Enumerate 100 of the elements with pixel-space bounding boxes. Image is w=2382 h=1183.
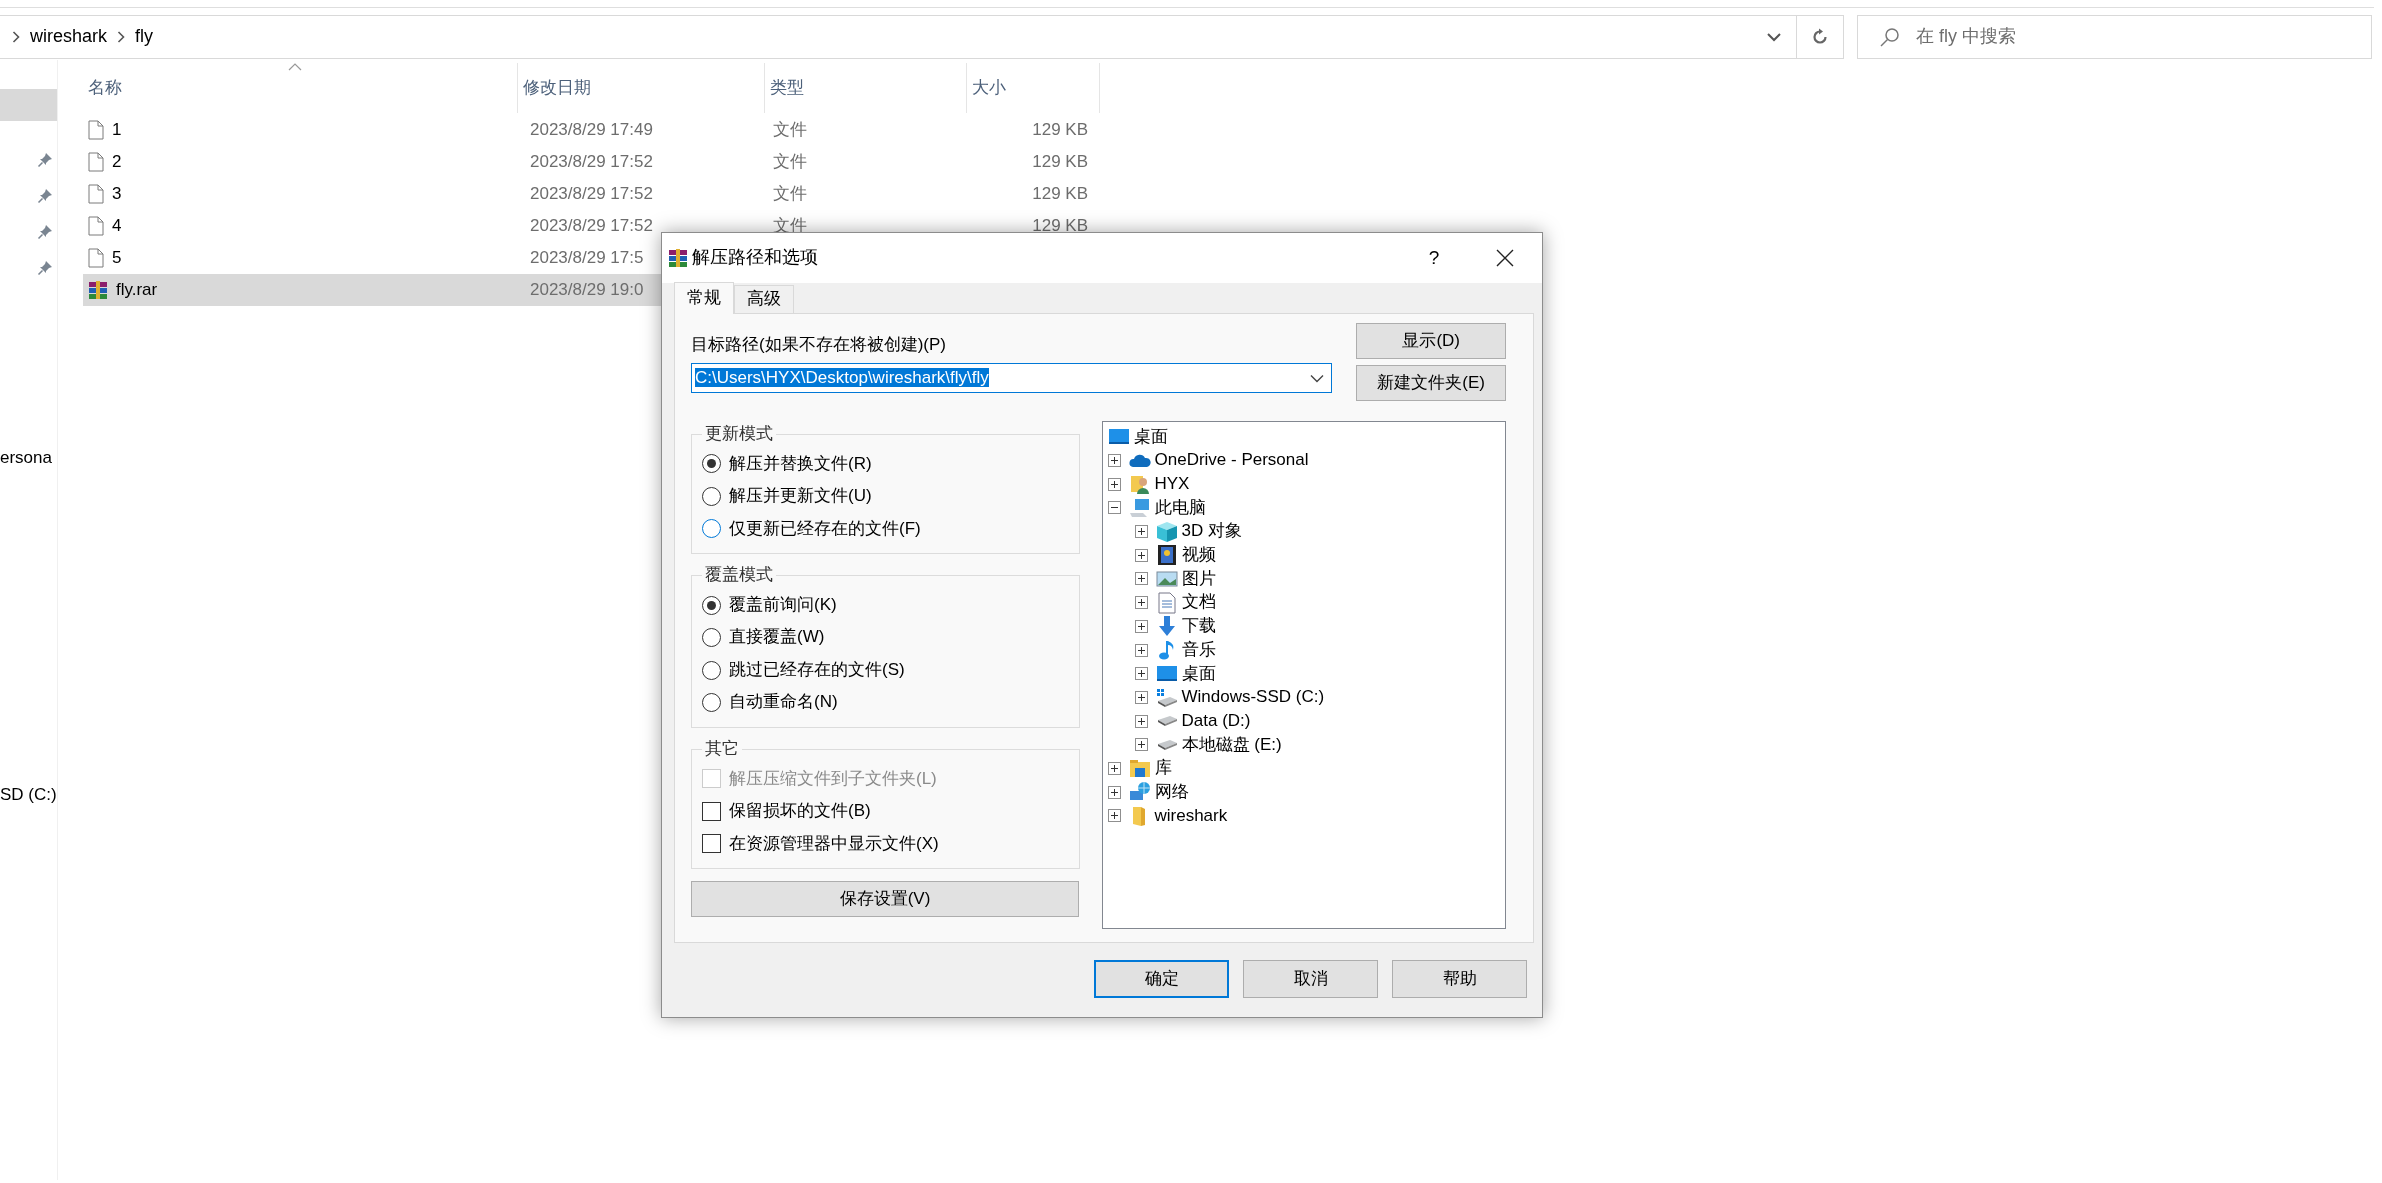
dialog-button[interactable]: 取消 bbox=[1243, 960, 1378, 998]
radio-button[interactable] bbox=[702, 595, 721, 615]
file-date: 2023/8/29 17:52 bbox=[530, 183, 653, 205]
file-date: 2023/8/29 17:5 bbox=[530, 247, 644, 269]
file-type: 文件 bbox=[773, 151, 807, 173]
search-field[interactable]: 在 fly 中搜索 bbox=[1914, 25, 2371, 49]
tree-item[interactable]: 3D 对象 bbox=[1181, 521, 1242, 542]
tree-item[interactable]: 下载 bbox=[1181, 616, 1216, 637]
dialog-button[interactable]: 帮助 bbox=[1392, 960, 1527, 998]
radio-button[interactable] bbox=[702, 628, 721, 648]
option-label[interactable]: 解压并更新文件(U) bbox=[729, 486, 872, 507]
tree-item[interactable]: HYX bbox=[1154, 474, 1190, 495]
expand-icon[interactable] bbox=[1134, 548, 1148, 562]
option-label[interactable]: 解压并替换文件(R) bbox=[729, 453, 872, 475]
group-title: 其它 bbox=[704, 739, 740, 759]
group-title: 覆盖模式 bbox=[704, 566, 774, 585]
help-button[interactable]: ? bbox=[1414, 246, 1454, 270]
tree-item[interactable]: 桌面 bbox=[1133, 426, 1168, 448]
file-date: 2023/8/29 17:52 bbox=[530, 215, 653, 237]
expand-icon[interactable] bbox=[1134, 643, 1148, 657]
option-label[interactable]: 仅更新已经存在的文件(F) bbox=[729, 518, 921, 540]
film-icon bbox=[1155, 544, 1178, 567]
tree-item[interactable]: 桌面 bbox=[1181, 663, 1216, 684]
tree-item[interactable]: Windows-SSD (C:) bbox=[1181, 687, 1325, 708]
column-header[interactable]: 修改日期 bbox=[523, 77, 591, 99]
option-label[interactable]: 自动重命名(N) bbox=[729, 692, 838, 713]
breadcrumb-item[interactable]: wireshark bbox=[30, 26, 108, 48]
checkbox[interactable] bbox=[702, 801, 721, 821]
dialog-button[interactable]: 显示(D) bbox=[1356, 323, 1506, 359]
expand-icon[interactable] bbox=[1134, 572, 1148, 586]
expand-icon[interactable] bbox=[1134, 714, 1148, 728]
option-label[interactable]: 保留损坏的文件(B) bbox=[729, 801, 871, 822]
expand-icon[interactable] bbox=[1134, 525, 1148, 539]
window-title: 解压路径和选项 bbox=[692, 247, 819, 269]
drive-icon bbox=[1155, 738, 1178, 751]
file-name[interactable]: 4 bbox=[112, 215, 122, 237]
file-name[interactable]: 1 bbox=[112, 119, 122, 141]
file-size: 129 KB bbox=[1032, 119, 1088, 141]
tab[interactable]: 高级 bbox=[734, 285, 794, 313]
tree-item[interactable]: 本地磁盘 (E:) bbox=[1181, 734, 1282, 755]
file-name[interactable]: fly.rar bbox=[116, 279, 158, 301]
expand-icon[interactable] bbox=[1134, 667, 1148, 681]
file-size: 129 KB bbox=[1032, 183, 1088, 205]
dialog-button[interactable]: 新建文件夹(E) bbox=[1356, 365, 1506, 401]
radio-button[interactable] bbox=[702, 693, 721, 713]
file-name[interactable]: 2 bbox=[112, 151, 122, 173]
radio-button[interactable] bbox=[702, 519, 721, 539]
column-header[interactable]: 类型 bbox=[770, 77, 804, 99]
chevron-down-icon bbox=[1766, 32, 1781, 42]
document-icon bbox=[88, 216, 104, 236]
expand-icon[interactable] bbox=[1107, 809, 1121, 823]
option-label[interactable]: 跳过已经存在的文件(S) bbox=[729, 659, 905, 681]
collapse-icon[interactable] bbox=[1107, 501, 1121, 515]
document-icon bbox=[88, 184, 104, 204]
nav-item[interactable]: ersona bbox=[0, 448, 52, 469]
radio-button[interactable] bbox=[702, 660, 721, 680]
document-icon bbox=[88, 248, 104, 268]
radio-button[interactable] bbox=[702, 486, 721, 506]
tree-item[interactable]: 库 bbox=[1154, 758, 1172, 779]
expand-icon[interactable] bbox=[1134, 596, 1148, 610]
tree-item[interactable]: OneDrive - Personal bbox=[1154, 450, 1309, 471]
tab[interactable]: 常规 bbox=[674, 282, 734, 314]
dialog-button[interactable]: 确定 bbox=[1094, 960, 1229, 998]
tree-item[interactable]: 文档 bbox=[1181, 592, 1216, 613]
books-stack-icon bbox=[668, 248, 688, 269]
refresh-icon bbox=[1811, 28, 1829, 46]
save-settings-button[interactable]: 保存设置(V) bbox=[691, 881, 1079, 918]
document-icon bbox=[88, 152, 104, 172]
tree-item[interactable]: Data (D:) bbox=[1181, 710, 1251, 732]
document-icon bbox=[1155, 591, 1178, 614]
search-box[interactable]: 在 fly 中搜索 bbox=[1857, 15, 2372, 59]
expand-icon[interactable] bbox=[1134, 619, 1148, 633]
breadcrumb-item[interactable]: fly bbox=[135, 26, 154, 48]
expand-icon[interactable] bbox=[1134, 690, 1148, 704]
checkbox[interactable] bbox=[702, 834, 721, 854]
tree-item[interactable]: 图片 bbox=[1181, 568, 1216, 590]
tree-item[interactable]: 网络 bbox=[1154, 781, 1189, 803]
option-label[interactable]: 覆盖前询问(K) bbox=[729, 594, 837, 616]
expand-icon[interactable] bbox=[1107, 454, 1121, 468]
expand-icon[interactable] bbox=[1134, 738, 1148, 752]
option-label[interactable]: 在资源管理器中显示文件(X) bbox=[729, 833, 939, 854]
books-stack-icon bbox=[88, 280, 108, 300]
column-header[interactable]: 大小 bbox=[972, 77, 1006, 99]
column-header[interactable]: 名称 bbox=[88, 77, 122, 99]
nav-item[interactable]: SD (C:) bbox=[0, 785, 57, 806]
tree-item[interactable]: 视频 bbox=[1181, 545, 1216, 566]
tree-item[interactable]: wireshark bbox=[1154, 805, 1228, 827]
option-label[interactable]: 直接覆盖(W) bbox=[729, 627, 825, 648]
file-date: 2023/8/29 19:0 bbox=[530, 279, 644, 301]
tree-item[interactable]: 此电脑 bbox=[1154, 497, 1206, 519]
group-title: 更新模式 bbox=[704, 425, 774, 444]
expand-icon[interactable] bbox=[1107, 477, 1121, 491]
file-name[interactable]: 3 bbox=[112, 183, 122, 205]
expand-icon[interactable] bbox=[1107, 785, 1121, 799]
computer-icon bbox=[1128, 496, 1151, 519]
tree-item[interactable]: 音乐 bbox=[1181, 639, 1216, 661]
file-name[interactable]: 5 bbox=[112, 247, 122, 269]
expand-icon[interactable] bbox=[1107, 761, 1121, 775]
path-combobox[interactable]: C:\Users\HYX\Desktop\wireshark\fly\fly bbox=[691, 363, 1333, 394]
radio-button[interactable] bbox=[702, 454, 721, 474]
